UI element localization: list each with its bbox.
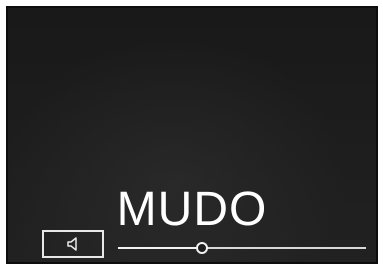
volume-slider-fill [118, 247, 203, 249]
volume-slider-thumb[interactable] [196, 242, 209, 254]
tv-screen: MUDO [6, 6, 378, 264]
volume-mute-button[interactable] [42, 230, 104, 258]
mute-status-text: MUDO [116, 183, 268, 236]
speaker-icon [67, 237, 77, 251]
volume-slider[interactable] [118, 242, 366, 256]
